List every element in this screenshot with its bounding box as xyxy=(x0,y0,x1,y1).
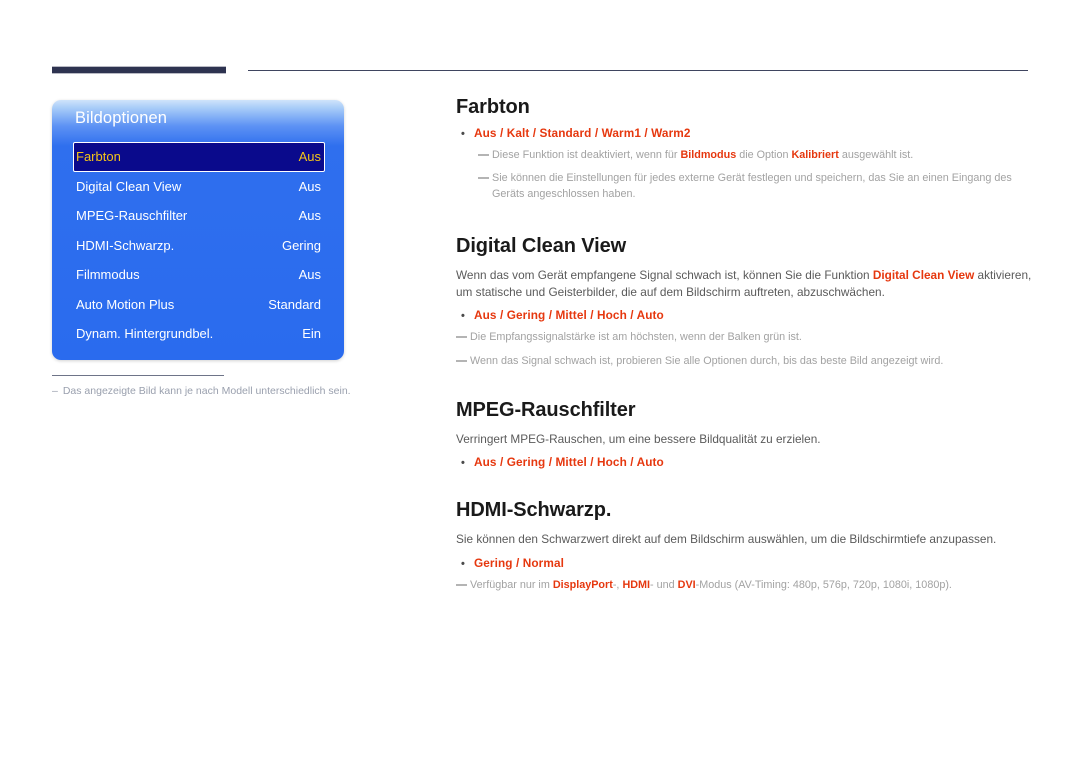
note-fragment: Verfügbar nur im xyxy=(470,578,553,591)
note-fragment: -Modus (AV-Timing: 480p, 576p, 720p, 108… xyxy=(695,578,952,591)
section-body-hdmi-schwarzp: Sie können den Schwarzwert direkt auf de… xyxy=(456,532,997,547)
note-digital-clean-view-2: Wenn das Signal schwach ist, probieren S… xyxy=(456,353,1032,369)
note-farbton-1: Diese Funktion ist deaktiviert, wenn für… xyxy=(456,147,1032,163)
options-text: Aus / Gering / Mittel / Hoch / Auto xyxy=(474,308,664,323)
note-fragment: Diese Funktion ist deaktiviert, wenn für xyxy=(492,149,681,161)
bullet-dot-icon: • xyxy=(461,457,465,470)
osd-row-value: Aus xyxy=(298,149,321,165)
section-body-digital-clean-view: Wenn das vom Gerät empfangene Signal sch… xyxy=(456,267,1032,302)
body-fragment: Wenn das vom Gerät empfangene Signal sch… xyxy=(456,267,873,282)
osd-row-value: Aus xyxy=(298,208,321,224)
osd-panel-title: Bildoptionen xyxy=(75,109,168,127)
note-fragment: - und xyxy=(650,578,678,591)
osd-row-label: MPEG-Rauschfilter xyxy=(76,208,188,224)
osd-row-label: Digital Clean View xyxy=(76,178,182,194)
body-highlight-digital-clean-view: Digital Clean View xyxy=(872,267,975,282)
note-text: Wenn das Signal schwach ist, probieren S… xyxy=(470,354,944,367)
note-text: Verfügbar nur im DisplayPort-, HDMI- und… xyxy=(470,577,1032,593)
note-dash-icon xyxy=(456,336,467,339)
note-farbton-2: Sie können die Einstellungen für jedes e… xyxy=(456,170,1032,202)
section-title-farbton: Farbton xyxy=(456,96,530,118)
osd-row-hdmi-schwarzp[interactable]: HDMI-Schwarzp. Gering xyxy=(73,231,325,261)
osd-row-farbton[interactable]: Farbton Aus xyxy=(73,142,325,172)
section-title-digital-clean-view: Digital Clean View xyxy=(456,234,627,257)
footnote-dash-icon: – xyxy=(52,385,58,397)
options-line-digital-clean-view: • Aus / Gering / Mittel / Hoch / Auto xyxy=(456,308,1032,322)
header-accent-bar xyxy=(52,66,226,74)
note-highlight-bildmodus: Bildmodus xyxy=(680,149,737,161)
osd-menu-list: Farbton Aus Digital Clean View Aus MPEG-… xyxy=(73,142,325,349)
note-text: Die Empfangssignalstärke ist am höchsten… xyxy=(470,331,802,344)
bullet-dot-icon: • xyxy=(461,557,465,570)
note-digital-clean-view-1: Die Empfangssignalstärke ist am höchsten… xyxy=(456,329,1032,345)
osd-row-digital-clean-view[interactable]: Digital Clean View Aus xyxy=(73,172,325,202)
note-dash-icon xyxy=(456,359,467,362)
osd-row-auto-motion-plus[interactable]: Auto Motion Plus Standard xyxy=(73,290,325,320)
osd-row-value: Aus xyxy=(298,267,321,283)
section-farbton: Farbton • Aus / Kalt / Standard / Warm1 … xyxy=(456,96,1032,203)
osd-row-label: Farbton xyxy=(76,149,121,165)
options-text: Aus / Kalt / Standard / Warm1 / Warm2 xyxy=(474,126,691,140)
osd-row-mpeg-rauschfilter[interactable]: MPEG-Rauschfilter Aus xyxy=(73,201,325,231)
osd-row-label: Dynam. Hintergrundbel. xyxy=(76,326,214,342)
note-text: Sie können die Einstellungen für jedes e… xyxy=(492,172,1012,201)
osd-row-value: Standard xyxy=(268,296,321,312)
note-dash-icon xyxy=(478,177,489,180)
section-digital-clean-view: Digital Clean View Wenn das vom Gerät em… xyxy=(456,235,1032,369)
osd-row-filmmodus[interactable]: Filmmodus Aus xyxy=(73,260,325,290)
osd-row-value: Ein xyxy=(302,326,321,342)
note-dash-icon xyxy=(478,154,489,156)
note-highlight-dvi: DVI xyxy=(677,578,696,591)
bullet-dot-icon: • xyxy=(461,310,465,323)
osd-row-label: Auto Motion Plus xyxy=(76,296,175,312)
note-dash-icon xyxy=(456,583,467,586)
section-mpeg-rauschfilter: MPEG-Rauschfilter Verringert MPEG-Rausch… xyxy=(456,399,1032,469)
section-title-mpeg-rauschfilter: MPEG-Rauschfilter xyxy=(456,398,636,421)
options-line-mpeg-rauschfilter: • Aus / Gering / Mittel / Hoch / Auto xyxy=(456,455,1032,469)
note-fragment: die Option xyxy=(736,149,792,161)
bullet-dot-icon: • xyxy=(461,128,465,140)
osd-row-label: HDMI-Schwarzp. xyxy=(76,237,175,253)
osd-menu-panel: Bildoptionen Farbton Aus Digital Clean V… xyxy=(52,100,344,360)
options-line-hdmi-schwarzp: • Gering / Normal xyxy=(456,556,1032,570)
osd-footnote: – Das angezeigte Bild kann je nach Model… xyxy=(52,385,382,397)
note-fragment: -, xyxy=(612,578,623,591)
section-body-mpeg-rauschfilter: Verringert MPEG-Rauschen, um eine besser… xyxy=(456,431,821,446)
note-highlight-hdmi: HDMI xyxy=(622,578,651,591)
header-rule xyxy=(248,70,1028,71)
section-title-hdmi-schwarzp: HDMI-Schwarzp. xyxy=(456,499,612,522)
note-highlight-kalibriert: Kalibriert xyxy=(791,149,839,161)
note-hdmi-schwarzp-1: Verfügbar nur im DisplayPort-, HDMI- und… xyxy=(456,577,1032,593)
footnote-text: Das angezeigte Bild kann je nach Modell … xyxy=(62,385,351,397)
footnote-rule xyxy=(52,375,224,376)
section-hdmi-schwarzp: HDMI-Schwarzp. Sie können den Schwarzwer… xyxy=(456,499,1032,593)
options-text: Gering / Normal xyxy=(474,555,564,570)
osd-row-value: Gering xyxy=(281,237,321,253)
note-fragment: ausgewählt ist. xyxy=(838,149,914,161)
osd-row-label: Filmmodus xyxy=(76,267,140,283)
osd-row-dynam-hintergrundbel[interactable]: Dynam. Hintergrundbel. Ein xyxy=(73,319,325,349)
note-highlight-displayport: DisplayPort xyxy=(552,578,613,591)
note-text: Diese Funktion ist deaktiviert, wenn für… xyxy=(492,147,1032,163)
options-line-farbton: • Aus / Kalt / Standard / Warm1 / Warm2 xyxy=(456,126,1032,140)
options-text: Aus / Gering / Mittel / Hoch / Auto xyxy=(474,455,664,470)
osd-row-value: Aus xyxy=(298,178,321,194)
content-column: Farbton • Aus / Kalt / Standard / Warm1 … xyxy=(456,96,1032,593)
